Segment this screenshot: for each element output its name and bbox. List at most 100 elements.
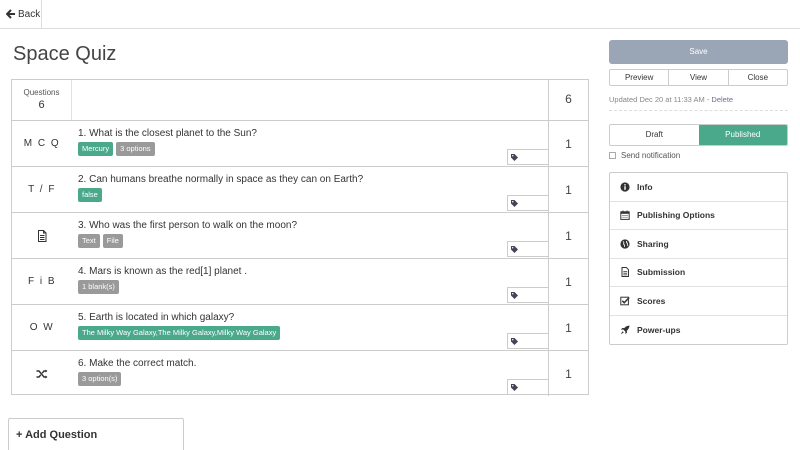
checkbox-icon — [620, 296, 630, 306]
back-label: Back — [18, 8, 41, 20]
question-row[interactable]: 3. Who was the first person to walk on t… — [12, 213, 588, 259]
question-row[interactable]: T / F 2. Can humans breathe normally in … — [12, 167, 588, 213]
page-title: Space Quiz — [13, 43, 117, 65]
options-tag: 3 option(s) — [78, 372, 122, 386]
view-button[interactable]: View — [669, 70, 729, 85]
question-text[interactable]: 3. Who was the first person to walk on t… — [78, 220, 297, 231]
status-toggle: Draft Published — [609, 124, 788, 146]
send-notification-checkbox[interactable] — [609, 152, 616, 159]
answer-tags: Mercury 3 options — [78, 142, 155, 156]
tag-icon — [511, 153, 518, 161]
send-notification-label: Send notification — [621, 151, 681, 160]
answer-tag: Mercury — [78, 142, 114, 156]
answer-tag: false — [78, 188, 102, 202]
question-points[interactable]: 1 — [548, 213, 588, 258]
menu-item-submission[interactable]: Submission — [610, 259, 787, 287]
tag-icon — [511, 383, 518, 391]
menu-item-info[interactable]: Info — [610, 173, 787, 202]
question-row[interactable]: 6. Make the correct match. 3 option(s) 1 — [12, 351, 588, 397]
menu-item-label: Publishing Options — [637, 210, 715, 221]
menu-item-power-ups[interactable]: Power-ups — [610, 316, 787, 345]
menu-item-label: Scores — [637, 295, 666, 306]
tag-icon — [511, 199, 518, 207]
questions-count-value: 6 — [38, 99, 45, 111]
settings-menu: Info Publishing Options Sharing Submissi… — [609, 172, 788, 345]
blanks-tag: 1 blank(s) — [78, 280, 119, 294]
menu-item-sharing[interactable]: Sharing — [610, 230, 787, 259]
menu-item-label: Sharing — [637, 238, 669, 249]
answer-tags: 1 blank(s) — [78, 280, 119, 294]
question-text[interactable]: 2. Can humans breathe normally in space … — [78, 174, 363, 185]
answer-tags: 3 option(s) — [78, 372, 122, 386]
draft-option[interactable]: Draft — [610, 125, 699, 145]
preview-button[interactable]: Preview — [610, 70, 670, 85]
calendar-icon — [620, 210, 630, 221]
answer-tags: false — [78, 188, 102, 202]
tag-input[interactable] — [507, 149, 548, 165]
question-type: M C Q — [23, 138, 61, 149]
tag-input[interactable] — [507, 333, 548, 349]
question-text[interactable]: 5. Earth is located in which galaxy? — [78, 312, 234, 323]
arrow-left-icon — [6, 9, 15, 19]
answer-tags: The Milky Way Galaxy,The Milky Galaxy,Mi… — [78, 326, 281, 340]
answer-tag: The Milky Way Galaxy,The Milky Galaxy,Mi… — [78, 326, 281, 340]
questions-header: Questions 6 6 — [12, 80, 588, 121]
published-option[interactable]: Published — [698, 125, 787, 145]
save-button[interactable]: Save — [609, 40, 788, 64]
rocket-icon — [620, 325, 630, 335]
menu-item-label: Submission — [637, 267, 686, 278]
menu-item-label: Power-ups — [637, 324, 681, 335]
info-icon — [620, 182, 630, 192]
tag-input[interactable] — [507, 241, 548, 257]
tag-icon — [511, 291, 518, 299]
question-text[interactable]: 6. Make the correct match. — [78, 358, 196, 369]
tag-icon — [511, 245, 518, 253]
question-type: O W — [29, 322, 55, 333]
question-points[interactable]: 1 — [548, 259, 588, 304]
question-text[interactable]: 4. Mars is known as the red[1] planet . — [78, 266, 247, 277]
question-points[interactable]: 1 — [548, 121, 588, 166]
question-points[interactable]: 1 — [548, 305, 588, 350]
question-points[interactable]: 1 — [548, 167, 588, 212]
question-text[interactable]: 1. What is the closest planet to the Sun… — [78, 128, 257, 139]
question-type: T / F — [28, 184, 56, 195]
question-type: F i B — [27, 276, 57, 287]
questions-table: Questions 6 6 M C Q 1. What is the close… — [11, 79, 589, 397]
updated-text: Updated Dec 20 at 11:33 AM - — [609, 95, 712, 104]
tag-input[interactable] — [507, 287, 548, 303]
questions-count-cell: Questions 6 — [12, 80, 72, 120]
action-buttons: Preview View Close — [609, 69, 788, 86]
globe-icon — [620, 239, 630, 249]
plus-icon: + — [16, 429, 23, 441]
divider — [609, 110, 788, 111]
close-button[interactable]: Close — [729, 70, 787, 85]
total-points: 6 — [548, 80, 588, 120]
question-row[interactable]: M C Q 1. What is the closest planet to t… — [12, 121, 588, 167]
delete-link[interactable]: Delete — [711, 95, 733, 104]
options-tag: 3 options — [116, 142, 155, 156]
send-notification: Send notification — [609, 151, 680, 160]
back-button[interactable]: Back — [0, 0, 42, 28]
answer-tag: Text — [78, 234, 100, 248]
add-question-label: Add Question — [25, 429, 98, 441]
questions-count-label: Questions — [23, 88, 60, 97]
question-points[interactable]: 1 — [548, 351, 588, 396]
menu-item-publishing-options[interactable]: Publishing Options — [610, 202, 787, 230]
answer-tag: File — [102, 234, 123, 248]
tag-icon — [511, 337, 518, 345]
question-type — [12, 351, 72, 396]
updated-info: Updated Dec 20 at 11:33 AM - Delete — [609, 95, 733, 104]
question-type — [12, 213, 72, 258]
tag-input[interactable] — [507, 379, 548, 395]
question-row[interactable]: F i B 4. Mars is known as the red[1] pla… — [12, 259, 588, 305]
question-row[interactable]: O W 5. Earth is located in which galaxy?… — [12, 305, 588, 351]
tag-input[interactable] — [507, 195, 548, 211]
top-bar: Back — [0, 0, 800, 29]
shuffle-icon — [36, 369, 48, 378]
menu-item-scores[interactable]: Scores — [610, 287, 787, 316]
add-question-button[interactable]: + Add Question — [8, 418, 184, 450]
menu-item-label: Info — [637, 181, 653, 192]
file-icon — [621, 267, 629, 278]
answer-tags: Text File — [78, 234, 123, 248]
file-text-icon — [38, 229, 47, 242]
